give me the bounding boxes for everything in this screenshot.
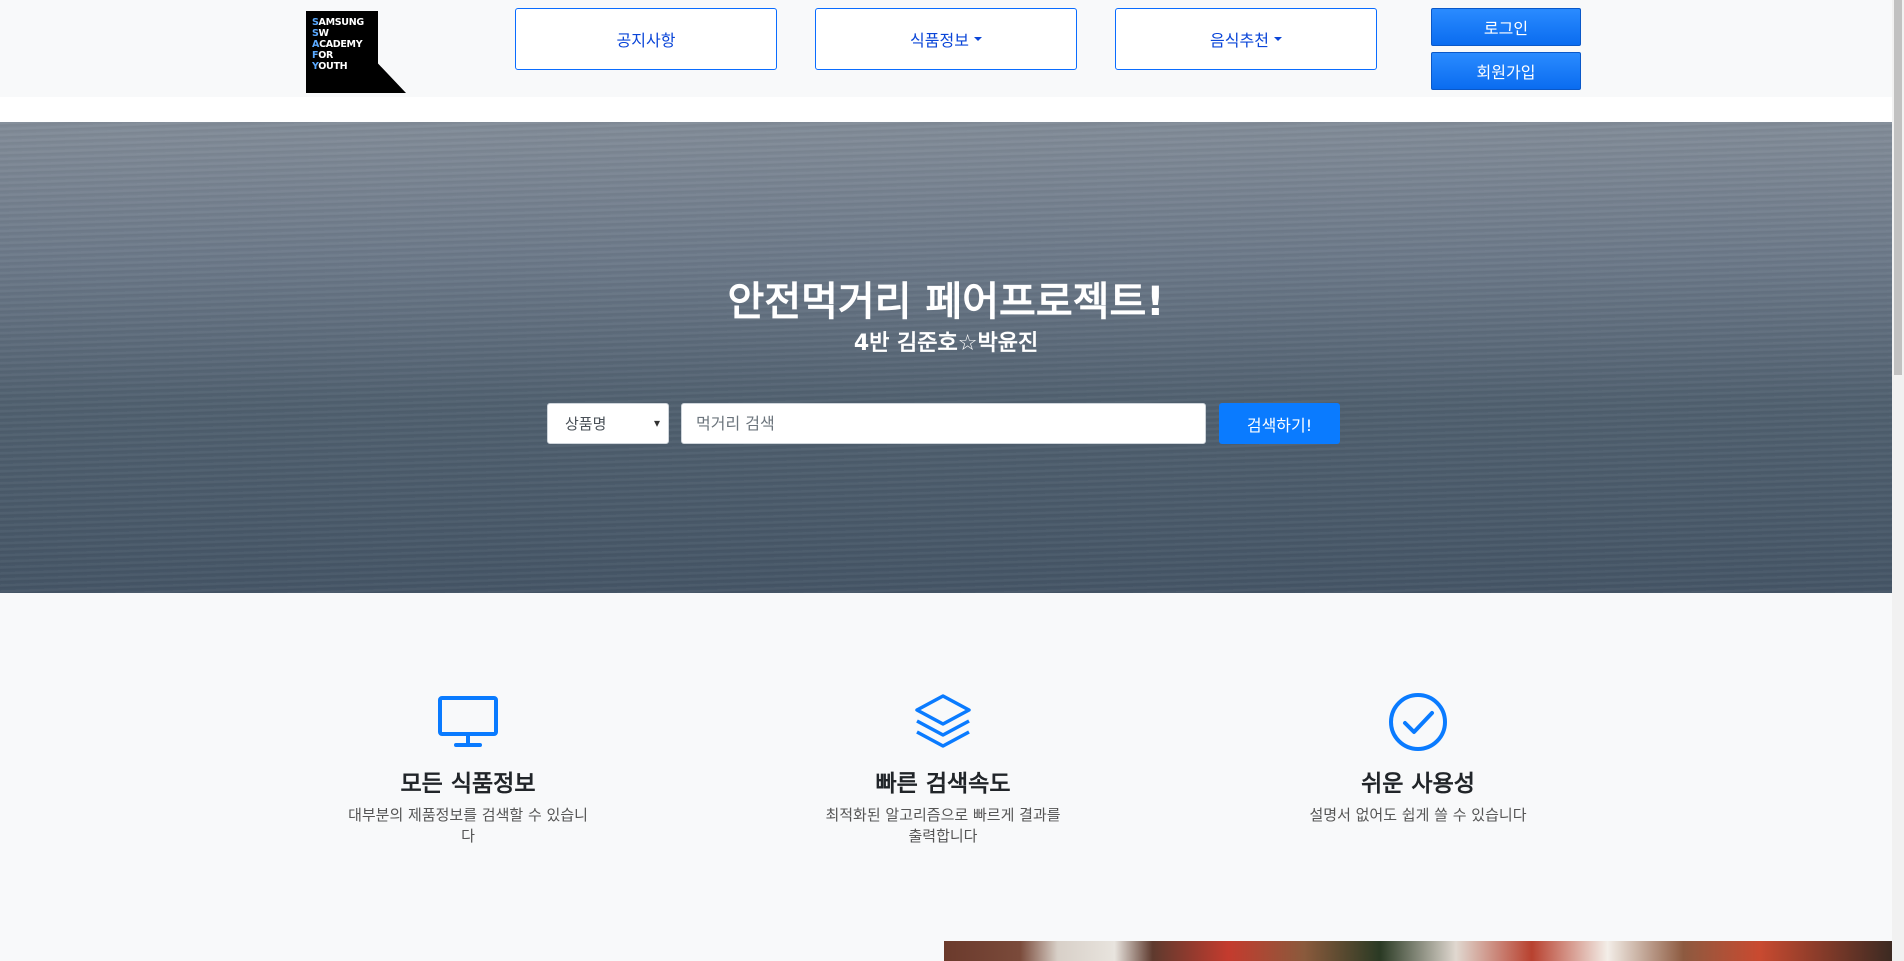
logo-line-5: OUTH	[318, 61, 348, 72]
feature-title: 쉬운 사용성	[1361, 771, 1475, 797]
monitor-icon	[438, 696, 498, 747]
feature-fast-search: 빠른 검색속도 최적화된 알고리즘으로 빠르게 결과를 출력합니다	[812, 690, 1074, 847]
feature-title: 빠른 검색속도	[875, 771, 1011, 797]
page-scrollbar[interactable]	[1892, 0, 1904, 961]
scrollbar-thumb[interactable]	[1894, 0, 1902, 375]
search-type-value: 상품명	[565, 415, 607, 433]
logo-line-4: OR	[318, 50, 333, 61]
login-button[interactable]: 로그인	[1431, 8, 1581, 46]
feature-all-food-info: 모든 식품정보 대부분의 제품정보를 검색할 수 있습니다	[337, 690, 599, 847]
signup-label: 회원가입	[1476, 63, 1536, 82]
nav-food-info-dropdown[interactable]: 식품정보	[815, 8, 1077, 70]
check-circle-icon	[1389, 693, 1447, 751]
caret-down-icon	[973, 37, 982, 41]
nav-food-recommend-dropdown[interactable]: 음식추천	[1115, 8, 1377, 70]
hero-subtitle: 4반 김준호☆박윤진	[853, 331, 1039, 356]
feature-easy-usability: 쉬운 사용성 설명서 없어도 쉽게 쓸 수 있습니다	[1287, 690, 1549, 826]
logo-line-3: CADEMY	[319, 39, 363, 50]
top-navbar: SAMSUNG SW ACADEMY FOR YOUTH 공지사항 식품정보 음…	[0, 0, 1892, 97]
hero-section: 안전먹거리 페어프로젝트! 4반 김준호☆박윤진 상품명 ▾ 검색하기!	[0, 122, 1892, 593]
select-arrow-icon: ▾	[653, 416, 660, 430]
nav-notice-button[interactable]: 공지사항	[515, 8, 777, 70]
search-type-select[interactable]: 상품명 ▾	[547, 403, 669, 444]
logo-line-2: W	[318, 28, 329, 39]
search-input[interactable]	[681, 403, 1206, 444]
feature-title: 모든 식품정보	[400, 771, 536, 797]
header-divider-strip	[0, 97, 1892, 122]
login-label: 로그인	[1483, 19, 1529, 38]
feature-description: 최적화된 알고리즘으로 빠르게 결과를 출력합니다	[825, 806, 1061, 845]
layers-icon	[915, 694, 971, 748]
nav-notice-label: 공지사항	[616, 31, 676, 50]
logo-text: SAMSUNG SW ACADEMY FOR YOUTH	[312, 17, 364, 72]
samsung-sw-academy-logo[interactable]: SAMSUNG SW ACADEMY FOR YOUTH	[306, 11, 406, 93]
feature-description: 대부분의 제품정보를 검색할 수 있습니다	[348, 806, 588, 845]
nav-food-recommend-label: 음식추천	[1210, 31, 1269, 50]
caret-down-icon	[1273, 37, 1282, 41]
food-photo	[944, 941, 1892, 961]
search-button[interactable]: 검색하기!	[1219, 403, 1340, 444]
logo-line-1: AMSUNG	[318, 17, 365, 28]
hero-title: 안전먹거리 페어프로젝트!	[727, 279, 1165, 325]
feature-description: 설명서 없어도 쉽게 쓸 수 있습니다	[1309, 806, 1527, 824]
signup-button[interactable]: 회원가입	[1431, 52, 1581, 90]
nav-food-info-label: 식품정보	[910, 31, 969, 50]
search-button-label: 검색하기!	[1246, 415, 1313, 435]
